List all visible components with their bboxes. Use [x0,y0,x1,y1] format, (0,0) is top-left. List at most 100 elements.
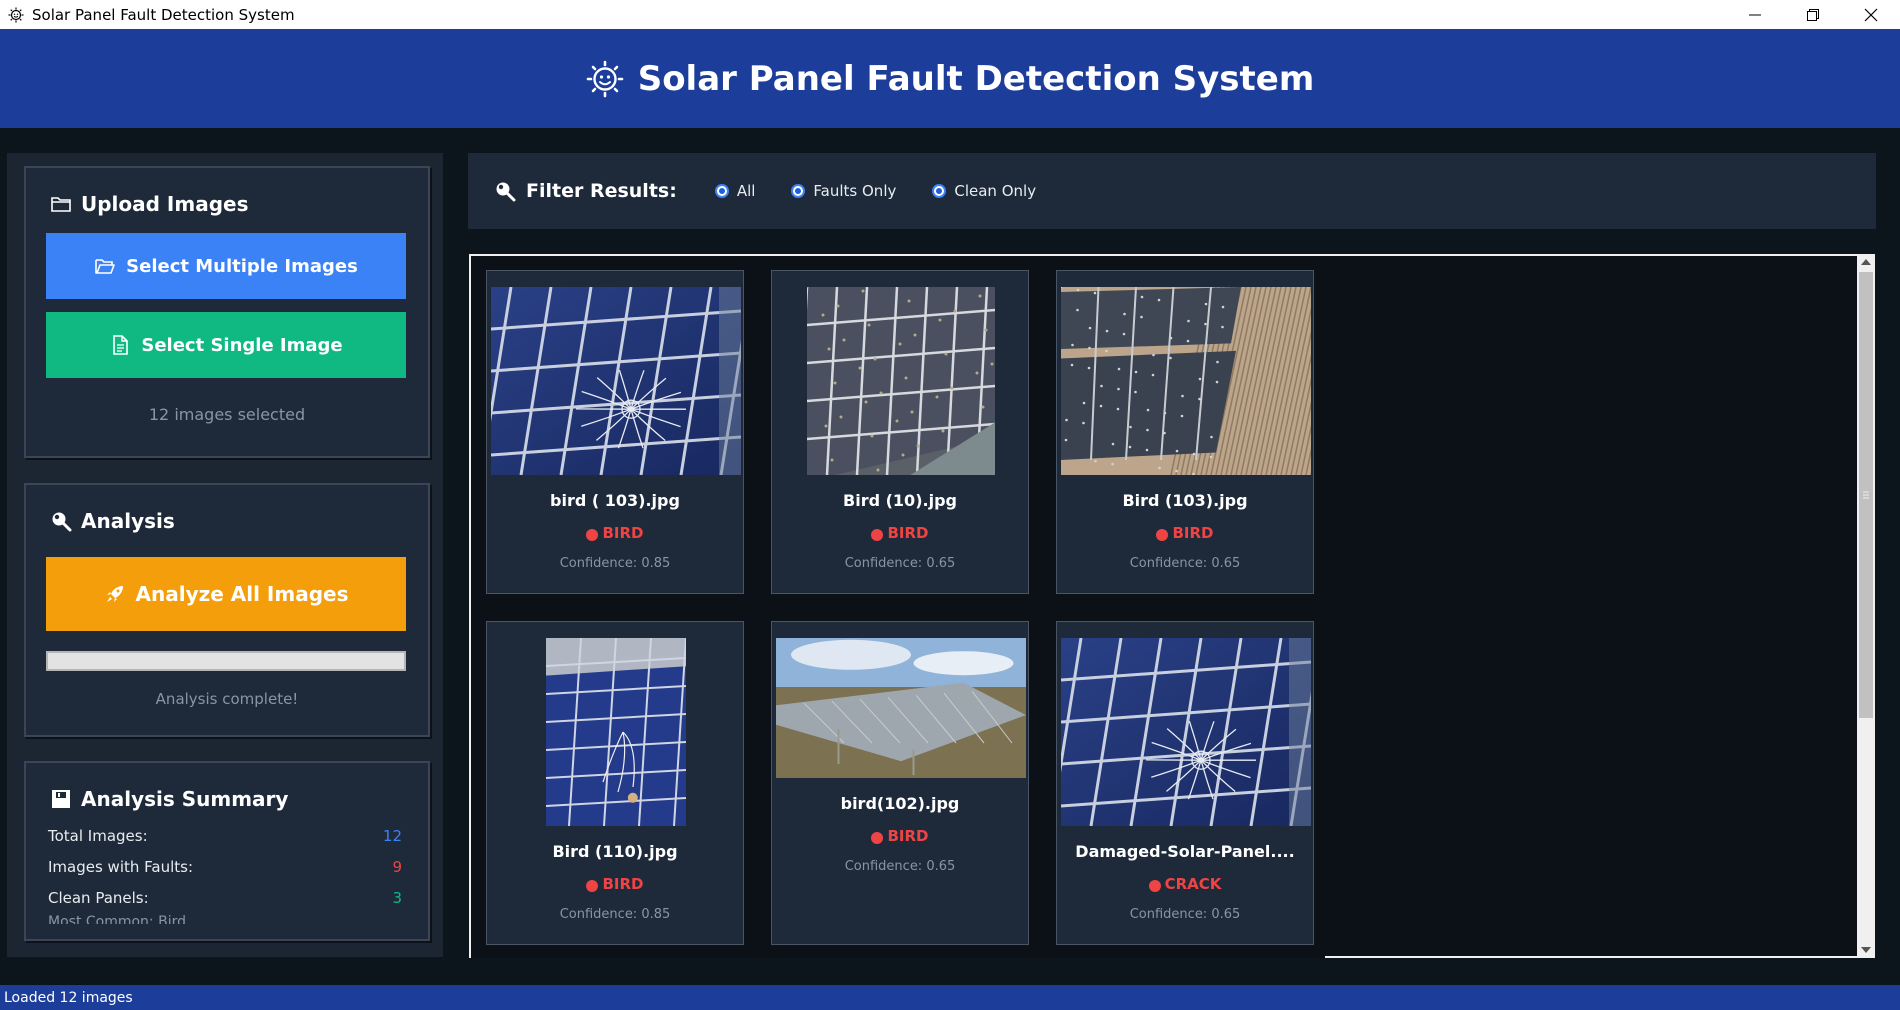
card-fault-badge: BIRD [487,875,743,893]
panel-photo [479,286,753,476]
select-multiple-label: Select Multiple Images [126,255,358,277]
summary-label: Total Images: [48,827,148,845]
radio-label: Faults Only [813,182,897,200]
card-thumbnail [776,638,1026,782]
window-titlebar: Solar Panel Fault Detection System [0,0,1900,29]
summary-panel: Analysis Summary Total Images: 12 Images… [24,761,430,941]
card-filename: bird ( 103).jpg [550,491,680,510]
summary-clipped-text: Most Common: Bird [48,914,186,924]
sidebar: Upload Images Select Multiple Images Sel… [7,153,443,957]
minimize-icon [1749,14,1761,15]
card-confidence: Confidence: 0.65 [844,556,956,571]
selected-count-text: 12 images selected [148,405,306,424]
result-card[interactable]: Bird (110).jpg BIRD Confidence: 0.85 [486,621,744,945]
chart-box-icon [52,790,70,808]
app-header: Solar Panel Fault Detection System [0,29,1900,128]
analyze-all-images-button[interactable]: Analyze All Images [46,557,406,631]
analysis-panel: Analysis Analyze All Images Analysis com… [24,483,430,737]
card-confidence: Confidence: 0.65 [1129,556,1241,571]
summary-label: Images with Faults: [48,858,194,876]
card-thumbnail [1049,637,1323,830]
minimize-button[interactable] [1726,0,1784,29]
fault-dot-icon [1156,528,1169,541]
restore-icon [1807,8,1819,21]
result-card[interactable]: bird(102).jpg BIRD Confidence: 0.65 [771,621,1029,945]
panel-photo [795,285,1019,476]
status-bar: Loaded 12 images [0,985,1900,1010]
fault-dot-icon [871,528,884,541]
summary-label: Clean Panels: [48,889,149,907]
fault-dot-icon [586,879,599,892]
summary-clipped-row: Most Common: Bird [48,914,186,924]
fault-dot-icon [1148,879,1161,892]
analysis-progress-bar [46,651,406,671]
results-grid[interactable]: bird ( 103).jpg BIRD Confidence: 0.85 Bird … [469,254,1857,958]
radio-dot [932,184,947,198]
card-fault-badge: BIRD [487,524,743,542]
close-icon [1864,8,1878,21]
filter-radio-faults-only[interactable]: Faults Only [791,182,896,200]
panel-photo [545,637,687,827]
result-card[interactable]: bird ( 103).jpg BIRD Confidence: 0.85 [479,270,753,594]
analysis-status-text: Analysis complete! [155,690,299,708]
fault-dot-icon [871,831,884,844]
progress-fill [48,653,404,669]
result-card[interactable]: Bird (10).jpg BIRD Confidence: 0.65 [771,270,1029,594]
radio-label: Clean Only [954,182,1037,200]
fault-dot-icon [586,528,599,541]
analyze-all-label: Analyze All Images [135,582,349,606]
analysis-panel-title: Analysis [50,509,175,533]
summary-value: 12 [382,827,402,845]
filter-label: Filter Results: [494,180,677,202]
file-icon [113,335,129,355]
summary-row-clean: Clean Panels: 3 [48,889,402,907]
window-title: Solar Panel Fault Detection System [32,5,295,24]
card-fault-label: BIRD [887,524,929,542]
magnifier-icon [52,512,72,532]
filter-radio-clean-only[interactable]: Clean Only [932,182,1036,200]
radio-label: All [736,182,756,200]
card-filename: Damaged-Solar-Panel.... [1075,842,1295,861]
card-filename: Bird (110).jpg [552,842,678,861]
select-single-label: Select Single Image [141,334,343,356]
result-card[interactable]: Bird (103).jpg BIRD Confidence: 0.65 [1056,270,1357,594]
rocket-icon [106,586,123,602]
card-thumbnail [1059,285,1357,479]
card-filename: Bird (10).jpg [843,491,957,510]
select-single-image-button[interactable]: Select Single Image [46,312,406,378]
scroll-thumb[interactable] [1859,272,1873,718]
card-fault-badge: CRACK [1057,875,1313,893]
grip-icon [1863,491,1869,499]
close-button[interactable] [1842,0,1900,29]
app-title: Solar Panel Fault Detection System [637,58,1315,99]
sun-face-icon [586,60,624,97]
card-filename: Bird (103).jpg [1122,491,1248,510]
card-filename: bird(102).jpg [840,794,960,813]
scroll-down-arrow[interactable] [1857,942,1875,958]
panel-photo [1059,285,1357,476]
filter-label-text: Filter Results: [526,180,677,202]
radio-dot [791,184,806,198]
filter-bar: Filter Results: All Faults Only Clean On… [468,153,1876,229]
card-fault-label: CRACK [1164,875,1222,893]
card-fault-label: BIRD [887,827,929,845]
status-text: Loaded 12 images [4,989,133,1006]
panel-photo [776,638,1026,778]
restore-button[interactable] [1784,0,1842,29]
analysis-title-label: Analysis [81,509,175,533]
select-multiple-images-button[interactable]: Select Multiple Images [46,233,406,299]
card-confidence: Confidence: 0.65 [844,859,956,874]
card-fault-label: BIRD [1172,524,1214,542]
card-fault-badge: BIRD [772,524,1028,542]
result-card[interactable]: Damaged-Solar-Panel.... CRACK Confidence: … [1049,621,1323,945]
summary-value: 3 [392,889,402,907]
scroll-up-arrow[interactable] [1857,254,1875,270]
summary-row-faults: Images with Faults: 9 [48,858,402,876]
card-confidence: Confidence: 0.65 [1129,907,1241,922]
card-thumbnail [545,637,687,830]
radio-dot [714,184,729,198]
results-scrollbar[interactable] [1857,254,1875,958]
card-thumbnail [479,286,753,479]
card-thumbnail [795,285,1019,479]
filter-radio-all[interactable]: All [714,182,756,200]
